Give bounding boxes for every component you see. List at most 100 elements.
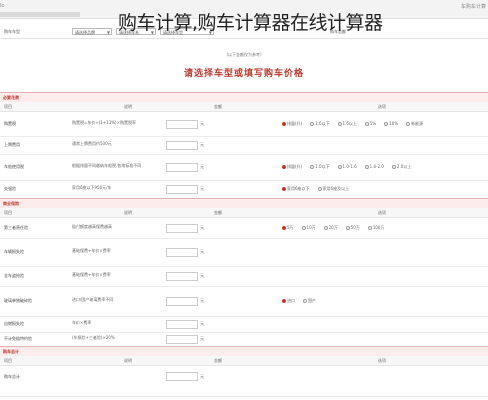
option-radio[interactable]: 1.6以下: [310, 121, 330, 126]
option-radio[interactable]: 1.6-2.0: [364, 164, 384, 169]
radio-icon: [310, 165, 315, 169]
radio-icon: [384, 122, 389, 126]
col-item: 项目: [4, 358, 12, 363]
col-option: 选项: [378, 210, 386, 215]
row-unit: 元: [200, 336, 204, 341]
table-row: 第三者责任险 赔付额度越高保费越高 元 5万 10万 20万 50万 100万: [0, 218, 488, 239]
announcement: (以下金额仅为参考): [226, 52, 262, 57]
option-label: 1.0-1.6: [342, 164, 357, 169]
option-radio[interactable]: 国产: [303, 298, 316, 303]
option-radio[interactable]: 进口: [282, 298, 295, 303]
radio-icon: [337, 165, 342, 169]
row-options: 排量(升) 1.6以下 1.6以上 5% 10% 新能源: [282, 120, 431, 127]
option-label: 1.6以上: [342, 121, 357, 126]
option-radio[interactable]: 排量(升): [282, 164, 302, 169]
row-desc: 进口/国产玻璃费率不同: [72, 297, 114, 302]
table-row: 玻璃单独破碎险 进口/国产玻璃费率不同 元 进口 国产: [0, 286, 488, 317]
option-label: 家用6座以下: [287, 186, 310, 191]
chevron-down-icon: ▼: [106, 30, 110, 35]
option-label: 100万: [372, 225, 385, 230]
amount-field[interactable]: [166, 335, 198, 344]
option-radio[interactable]: 50万: [345, 225, 360, 230]
row-unit: 元: [200, 249, 204, 254]
row-desc: 通常上牌费用约500元: [72, 141, 112, 146]
row-name: 全车盗抢险: [4, 273, 24, 278]
option-radio[interactable]: 1.0-1.6: [337, 164, 357, 169]
option-radio[interactable]: 10%: [384, 121, 398, 126]
amount-field[interactable]: [166, 320, 198, 329]
headline: 请选择车型或填写购车价格: [183, 69, 304, 79]
radio-icon: [282, 122, 286, 126]
top-nav-right-text[interactable]: 车购车计算: [461, 3, 486, 10]
brand-select[interactable]: 请选择品牌 ▼: [72, 28, 112, 35]
radio-icon: [406, 122, 411, 126]
radio-icon: [367, 226, 372, 230]
amount-field[interactable]: [166, 141, 198, 150]
option-radio[interactable]: 新能源: [406, 121, 423, 126]
option-label: 10万: [306, 225, 316, 230]
option-radio[interactable]: 2.0以上: [391, 164, 412, 169]
table-row: 车辆损失险 基础保费+车价×费率 元: [0, 238, 488, 267]
option-radio[interactable]: 100万: [367, 225, 385, 230]
row-unit: 元: [200, 164, 204, 169]
amount-field[interactable]: [166, 163, 198, 172]
option-radio[interactable]: 5%: [364, 121, 376, 126]
option-radio[interactable]: 家用6座以下: [282, 186, 310, 191]
option-label: 1.6以下: [315, 121, 330, 126]
col-item: 项目: [4, 104, 12, 109]
radio-icon: [345, 226, 350, 230]
option-radio[interactable]: 20万: [323, 225, 338, 230]
col-amount: 金额: [214, 210, 222, 215]
table-row: 上牌费用 通常上牌费用约500元 元: [0, 136, 488, 155]
row-name: 交强险: [4, 186, 16, 191]
row-desc: 车价×费率: [72, 320, 92, 325]
col-desc: 说明: [124, 104, 132, 109]
total-amount-field[interactable]: [166, 372, 198, 381]
row-desc: (车损险+三者险)×20%: [72, 335, 115, 340]
amount-field[interactable]: [166, 224, 198, 233]
option-radio[interactable]: 1.6以上: [337, 121, 357, 126]
radio-icon: [282, 187, 286, 191]
column-header: 项目 说明 金额 选项: [0, 102, 488, 112]
col-item: 项目: [4, 210, 12, 215]
section-insurance-title: 商业保险: [3, 201, 19, 206]
row-unit: 元: [200, 225, 204, 230]
option-radio[interactable]: 1.0以下: [310, 164, 330, 169]
row-options: 进口 国产: [282, 297, 324, 304]
row-name: 第三者责任险: [4, 225, 28, 230]
row-desc: 基础保费+车价×费率: [72, 272, 111, 277]
table-row: 自燃损失险 车价×费率 元: [0, 316, 488, 333]
option-radio[interactable]: 5万: [282, 225, 294, 230]
row-name: 车辆损失险: [4, 249, 24, 254]
top-nav-left-text: lo: [0, 3, 5, 9]
radio-icon: [323, 226, 328, 230]
row-desc: 赔付额度越高保费越高: [72, 224, 112, 229]
option-label: 新能源: [411, 121, 424, 126]
total-row: 购车总计 元: [0, 366, 488, 397]
amount-field[interactable]: [166, 120, 198, 129]
col-option: 选项: [378, 104, 386, 109]
option-radio[interactable]: 家用6座及以上: [317, 186, 349, 191]
amount-field[interactable]: [166, 185, 198, 194]
amount-field[interactable]: [166, 248, 198, 257]
row-name: 自燃损失险: [4, 321, 24, 326]
col-desc: 说明: [124, 358, 132, 363]
row-name: 不计免赔特约险: [4, 336, 32, 341]
amount-field[interactable]: [166, 272, 198, 281]
row-desc: 购置税=车价÷(1+13%)×购置税率: [72, 120, 136, 125]
option-radio[interactable]: 排量(升): [282, 121, 302, 126]
option-label: 2.0以上: [396, 164, 412, 169]
radio-icon: [364, 165, 369, 169]
row-options: 5万 10万 20万 50万 100万: [282, 224, 392, 231]
radio-icon: [337, 122, 342, 126]
brand-select-value: 请选择品牌: [75, 30, 95, 35]
option-label: 20万: [328, 225, 338, 230]
table-row: 交强险 家用6座以下950元/年 元 家用6座以下 家用6座及以上: [0, 180, 488, 199]
option-radio[interactable]: 10万: [301, 225, 316, 230]
row-desc: 家用6座以下950元/年: [72, 185, 112, 190]
page: lo 车购车计算 购车计算,购车计算器在线计算器 购车车型 请选择品牌 ▼ 请选…: [0, 0, 488, 400]
radio-icon: [301, 226, 306, 230]
amount-field[interactable]: [166, 297, 198, 306]
page-title: 购车计算,购车计算器在线计算器: [118, 12, 383, 34]
radio-icon: [391, 165, 396, 169]
